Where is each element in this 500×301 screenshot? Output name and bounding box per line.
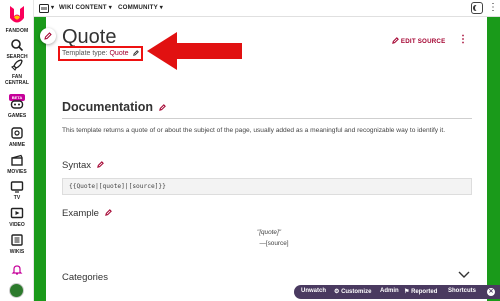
syntax-heading-text: Syntax (62, 160, 92, 171)
edit-source-button[interactable]: EDIT SOURCE (392, 37, 445, 45)
example-quote-text: "[quote]" (256, 229, 282, 236)
pencil-icon[interactable] (132, 50, 139, 56)
rail-games-label: GAMES (7, 113, 27, 119)
edit-source-label: EDIT SOURCE (400, 38, 446, 45)
flag-icon: ⚑ (404, 289, 410, 295)
fandom-logo-icon[interactable] (8, 4, 26, 26)
example-quote: "[quote]" (0, 229, 500, 236)
documentation-heading-text: Documentation (62, 100, 153, 114)
rail-video[interactable]: VIDEO (0, 206, 34, 228)
anime-icon (11, 127, 23, 139)
example-heading-text: Example (62, 208, 99, 219)
rail-fan-central-label: FAN CENTRAL (5, 74, 29, 86)
community-menu[interactable]: COMMUNITY ▾ (118, 4, 163, 11)
rail-search[interactable]: SEARCH (0, 38, 34, 60)
pencil-icon (44, 32, 52, 40)
syntax-code-block: {{Quote|[quote]|[source]}} (62, 178, 472, 195)
floating-edit-button[interactable] (40, 28, 56, 44)
categories-heading[interactable]: Categories (62, 272, 108, 283)
example-source-text: —[source] (259, 240, 289, 247)
heading-divider (62, 118, 472, 119)
customize-label: Customize (341, 289, 372, 295)
template-type-label: Template type: (62, 50, 108, 57)
shortcuts-button[interactable]: Shortcuts (448, 288, 476, 294)
more-options-icon[interactable]: ⋮ (488, 2, 498, 14)
example-source: —[source] (0, 240, 500, 247)
chevron-down-icon[interactable] (458, 271, 470, 279)
video-icon (10, 207, 24, 219)
wiki-content-menu[interactable]: WIKI CONTENT ▾ (59, 4, 112, 11)
toolbar-close-icon[interactable]: ✕ (487, 288, 495, 296)
user-avatar[interactable] (9, 283, 24, 298)
rail-movies[interactable]: MOVIES (0, 153, 34, 175)
documentation-heading: Documentation (62, 100, 167, 114)
wiki-top-bar: ▾ WIKI CONTENT ▾ COMMUNITY ▾ ⋮ (34, 0, 500, 17)
tv-icon (10, 181, 24, 193)
theme-toggle-button[interactable] (471, 2, 483, 14)
rocket-icon (11, 59, 23, 71)
rail-anime-label: ANIME (8, 142, 26, 148)
rail-movies-label: MOVIES (7, 169, 27, 175)
rail-video-label: VIDEO (9, 222, 25, 228)
admin-button[interactable]: Admin (380, 288, 399, 294)
rail-tv-label: TV (13, 195, 21, 201)
rail-wikis-label: WIKIS (9, 249, 25, 255)
rail-anime[interactable]: ANIME (0, 126, 34, 148)
template-type-line: Template type: Quote (62, 50, 139, 57)
syntax-heading: Syntax (62, 160, 104, 171)
reported-label: Reported (411, 289, 438, 295)
page-actions-more-icon[interactable]: ⋮ (458, 34, 468, 45)
clapperboard-icon (11, 154, 23, 166)
wiki-home-icon[interactable] (39, 4, 49, 13)
pencil-icon[interactable] (96, 161, 104, 168)
wiki-content-label: WIKI CONTENT (59, 4, 107, 11)
pencil-icon (392, 37, 399, 44)
red-arrow-annotation (147, 32, 242, 70)
controller-icon (10, 100, 24, 109)
fandom-wordmark: FANDOM (5, 28, 29, 34)
documentation-text: This template returns a quote of or abou… (62, 127, 446, 134)
bell-icon[interactable] (11, 264, 23, 276)
rail-games[interactable]: GAMES (0, 97, 34, 119)
global-nav-rail: FANDOM SEARCH FAN CENTRAL BETA GAMES ANI… (0, 0, 34, 301)
reported-button[interactable]: ⚑ Reported (404, 288, 437, 295)
unwatch-button[interactable]: Unwatch (301, 288, 326, 294)
search-icon (11, 39, 24, 52)
customize-button[interactable]: ⚙ Customize (334, 288, 371, 295)
pencil-icon[interactable] (159, 104, 167, 111)
gear-icon: ⚙ (334, 289, 340, 295)
community-toolbar: Unwatch ⚙ Customize Admin ⚑ Reported Sho… (294, 285, 500, 299)
example-heading: Example (62, 208, 112, 219)
pencil-icon[interactable] (104, 209, 112, 216)
rail-tv[interactable]: TV (0, 179, 34, 201)
template-type-link[interactable]: Quote (109, 50, 128, 57)
community-label: COMMUNITY (118, 4, 158, 11)
home-dropdown-caret[interactable]: ▾ (51, 4, 54, 11)
